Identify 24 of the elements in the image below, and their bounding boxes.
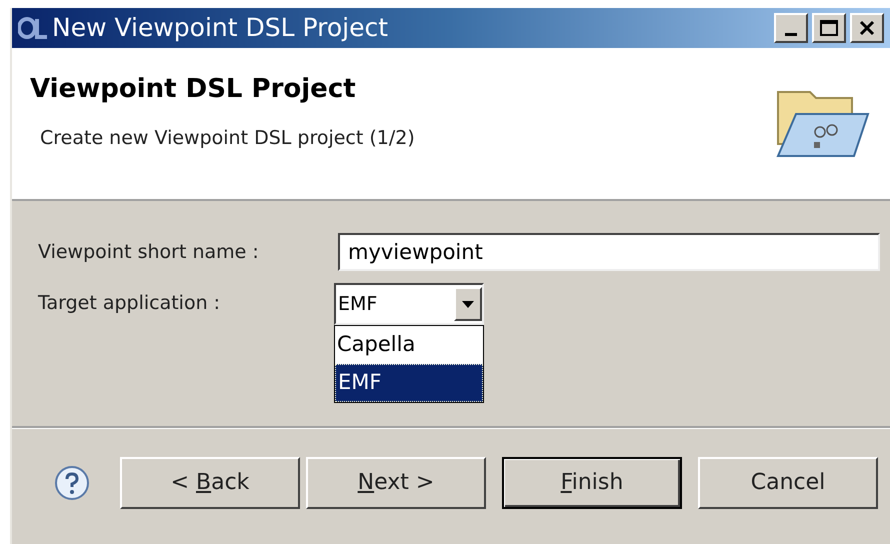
dropdown-option[interactable]: EMF: [335, 364, 483, 402]
field-label: Target application :: [38, 291, 222, 316]
dropdown-button[interactable]: [454, 287, 482, 321]
page-title: Viewpoint DSL Project: [30, 76, 357, 102]
window-title: New Viewpoint DSL Project: [52, 12, 388, 44]
caret-icon: [462, 300, 474, 308]
maximize-button[interactable]: [812, 13, 846, 43]
dialog-button[interactable]: Cancel: [698, 456, 878, 508]
help-icon[interactable]: [54, 464, 90, 500]
field-label: Viewpoint short name :: [38, 240, 260, 265]
page-description: Create new Viewpoint DSL project (1/2): [40, 126, 416, 151]
dropdown-option[interactable]: Capella: [335, 326, 483, 364]
dropdown-value: EMF: [337, 292, 378, 317]
target-dropdown[interactable]: EMF: [334, 283, 484, 325]
name-field[interactable]: myviewpoint: [338, 233, 880, 271]
close-icon: [859, 20, 875, 36]
logo-icon: [18, 17, 48, 39]
close-button[interactable]: [850, 13, 884, 43]
dialog-button[interactable]: Finish: [502, 456, 682, 508]
minimize-button[interactable]: [774, 13, 808, 43]
dialog-button[interactable]: < Back: [120, 456, 300, 508]
maximize-icon: [820, 20, 838, 36]
minimize-icon: [785, 33, 797, 36]
dialog-button[interactable]: Next >: [306, 456, 486, 508]
